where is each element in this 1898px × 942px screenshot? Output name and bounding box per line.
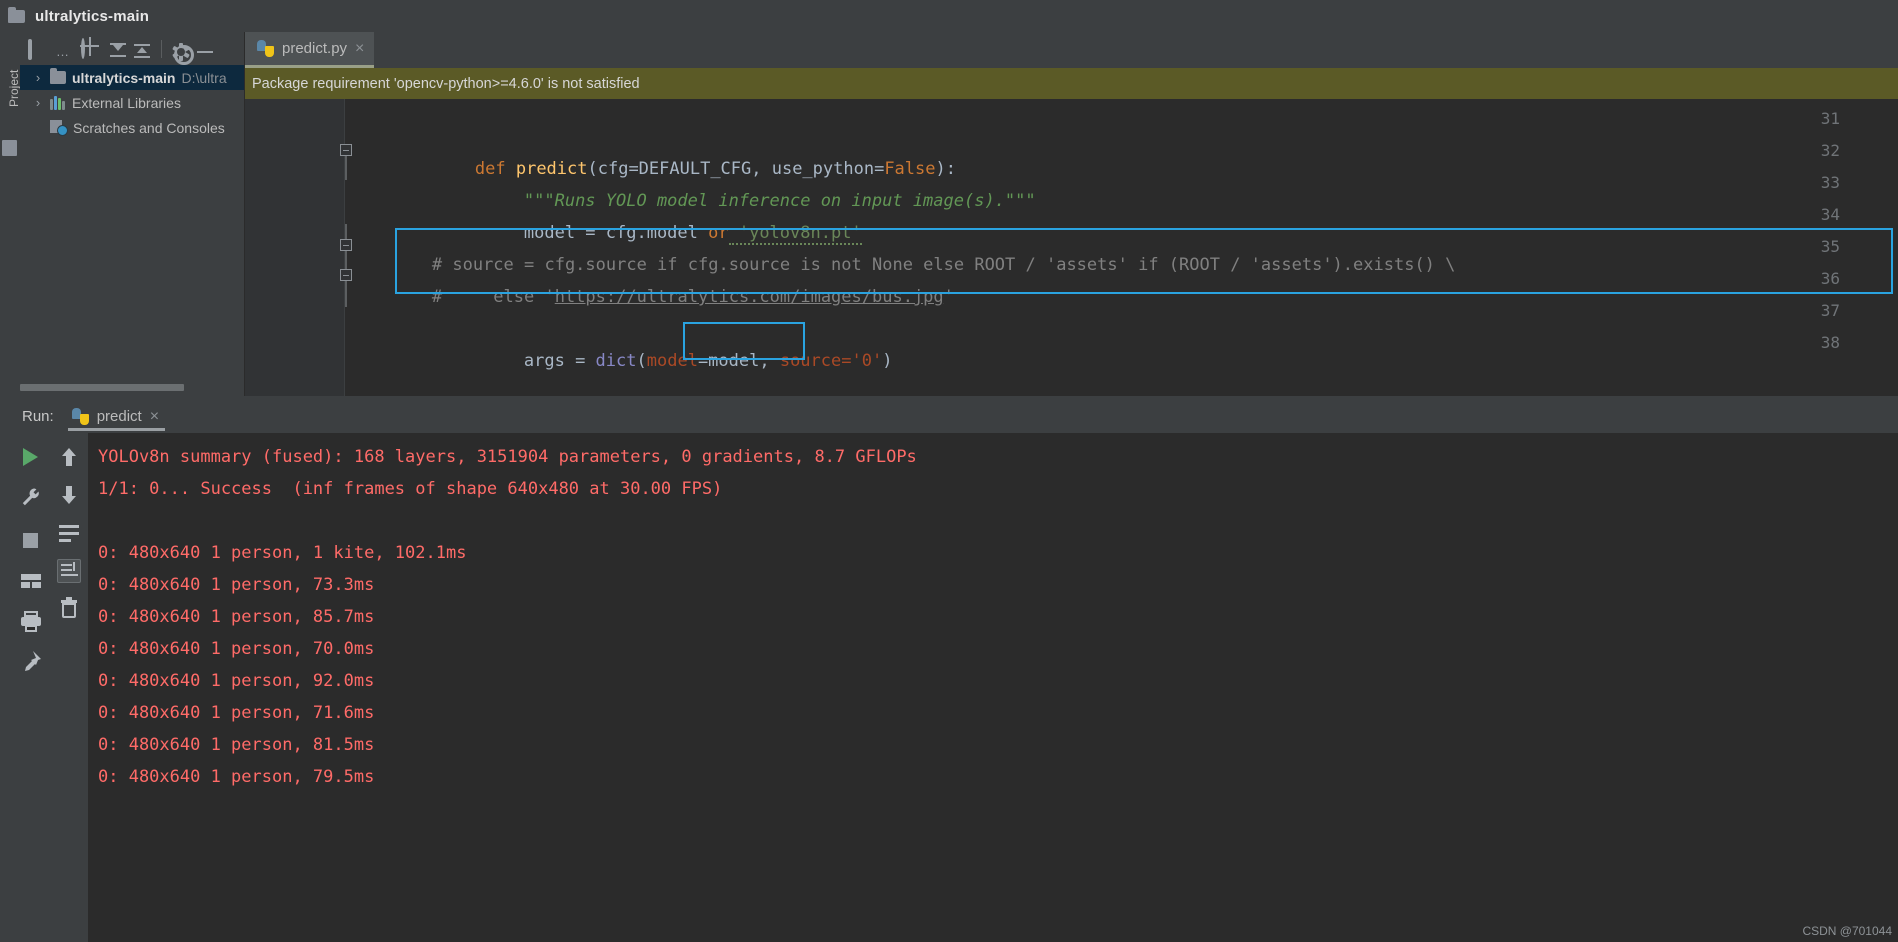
wrap-icon[interactable] (57, 521, 81, 545)
settings-gear-icon[interactable] (172, 42, 194, 65)
library-icon (50, 95, 66, 110)
chevron-right-icon[interactable]: › (32, 95, 44, 110)
project-horizontal-scrollbar[interactable] (20, 382, 245, 392)
print-icon[interactable] (19, 609, 43, 633)
pin-icon[interactable] (19, 649, 43, 673)
title-bar: ultralytics-main (0, 0, 1898, 32)
console-line: 0: 480x640 1 person, 85.7ms (98, 607, 375, 627)
tree-item-scratches-and-consoles[interactable]: Scratches and Consoles (20, 115, 245, 140)
layout-icon[interactable] (19, 569, 43, 593)
code-editor[interactable]: 31 32 33 34 35 36 37 38 def predict(cfg=… (245, 99, 1898, 396)
run-tab-predict[interactable]: predict × (67, 400, 166, 433)
window-title: ultralytics-main (35, 7, 150, 25)
trash-icon[interactable] (57, 597, 81, 621)
close-icon[interactable]: × (355, 40, 364, 57)
console-line: 0: 480x640 1 person, 71.6ms (98, 703, 375, 723)
stop-icon[interactable] (19, 529, 43, 553)
arrow-down-icon[interactable] (57, 483, 81, 507)
run-toolbar-secondary (50, 433, 88, 942)
warning-text: Package requirement 'opencv-python>=4.6.… (252, 75, 640, 92)
tree-item-external-libraries[interactable]: › External Libraries (20, 90, 245, 115)
toolbar-divider (161, 39, 162, 58)
code-kwarg-model-value: =model, (697, 351, 780, 371)
chevron-right-icon[interactable]: › (32, 70, 44, 85)
package-requirement-warning: Package requirement 'opencv-python>=4.6.… (245, 68, 1898, 99)
code-kwarg-model: model (646, 351, 698, 371)
run-console-output[interactable]: YOLOv8n summary (fused): 168 layers, 315… (88, 433, 1898, 942)
toolbar-ellipsis[interactable]: … (56, 44, 69, 59)
code-builtin-dict: dict (595, 351, 637, 371)
console-line: 0: 480x640 1 person, 81.5ms (98, 735, 375, 755)
pin-glyph (25, 651, 41, 671)
arrow-up-icon[interactable] (57, 445, 81, 469)
wrench-icon[interactable] (19, 485, 43, 509)
watermark: CSDN @701044 (1802, 924, 1892, 938)
project-tool-window: … › ultralytics-main D:\ultra › External… (20, 32, 245, 396)
console-line: 0: 480x640 1 person, 92.0ms (98, 671, 375, 691)
code-comment-quote: ' (943, 287, 954, 307)
play-icon[interactable] (19, 445, 43, 469)
code-kwarg-source-value: ='0' (841, 351, 883, 371)
folder-icon (50, 68, 66, 84)
locate-target-icon[interactable] (81, 37, 103, 60)
project-tool-button[interactable]: Project (7, 47, 21, 107)
console-line: 0: 480x640 1 person, 1 kite, 102.1ms (98, 543, 467, 563)
console-line: 0: 480x640 1 person, 70.0ms (98, 639, 375, 659)
code-assign-args: args = (523, 351, 596, 371)
run-header: Run: predict × (0, 400, 1898, 433)
editor-gutter[interactable] (245, 99, 345, 396)
collapse-all-icon[interactable] (133, 43, 151, 61)
select-opened-file-icon[interactable] (28, 38, 50, 60)
tree-item-label: External Libraries (72, 94, 181, 111)
close-icon[interactable]: × (150, 408, 159, 425)
code-kwarg-source: source (779, 351, 842, 371)
editor-tab-label: predict.py (282, 40, 348, 57)
code-paren-open: ( (636, 351, 647, 371)
console-line: YOLOv8n summary (fused): 168 layers, 315… (98, 447, 917, 467)
editor-tab-strip: predict.py × (245, 32, 1898, 68)
expand-all-icon[interactable] (109, 42, 127, 61)
scroll-end-icon[interactable] (57, 559, 81, 583)
console-line: 0: 480x640 1 person, 73.3ms (98, 575, 375, 595)
project-folder-icon (8, 6, 25, 23)
run-tab-label: predict (96, 408, 142, 425)
python-file-icon (257, 40, 274, 57)
code-comment-else: # else ' (431, 287, 555, 307)
console-line: 0: 480x640 1 person, 79.5ms (98, 767, 375, 787)
tree-item-path: D:\ultra (181, 69, 227, 86)
project-tree: › ultralytics-main D:\ultra › External L… (20, 65, 245, 140)
editor-tab-predict-py[interactable]: predict.py × (245, 32, 375, 68)
tree-item-label: ultralytics-main (72, 69, 176, 86)
tree-item-ultralytics-main[interactable]: › ultralytics-main D:\ultra (20, 65, 245, 90)
structure-tool-icon[interactable] (2, 140, 17, 156)
code-comment-url[interactable]: https://ultralytics.com/images/bus.jpg (555, 287, 944, 307)
pycharm-window: ultralytics-main Project … › ultralytics… (0, 0, 1898, 942)
tree-item-label: Scratches and Consoles (73, 119, 225, 136)
project-toolbar: … (20, 32, 245, 65)
run-label: Run: (22, 408, 54, 425)
hide-panel-icon[interactable] (196, 43, 214, 61)
console-line: 1/1: 0... Success (inf frames of shape 6… (98, 479, 723, 499)
code-text[interactable]: def predict(cfg=DEFAULT_CFG, use_python=… (345, 99, 1898, 396)
wrench-glyph (22, 488, 39, 506)
run-toolbar-primary (12, 433, 50, 942)
python-run-icon (71, 408, 89, 425)
scratches-icon (50, 120, 68, 136)
run-tool-window: Run: predict × YOLOv8n summary (fused): … (0, 400, 1898, 942)
code-paren-close: ) (882, 351, 893, 371)
scrollbar-thumb[interactable] (20, 384, 184, 391)
